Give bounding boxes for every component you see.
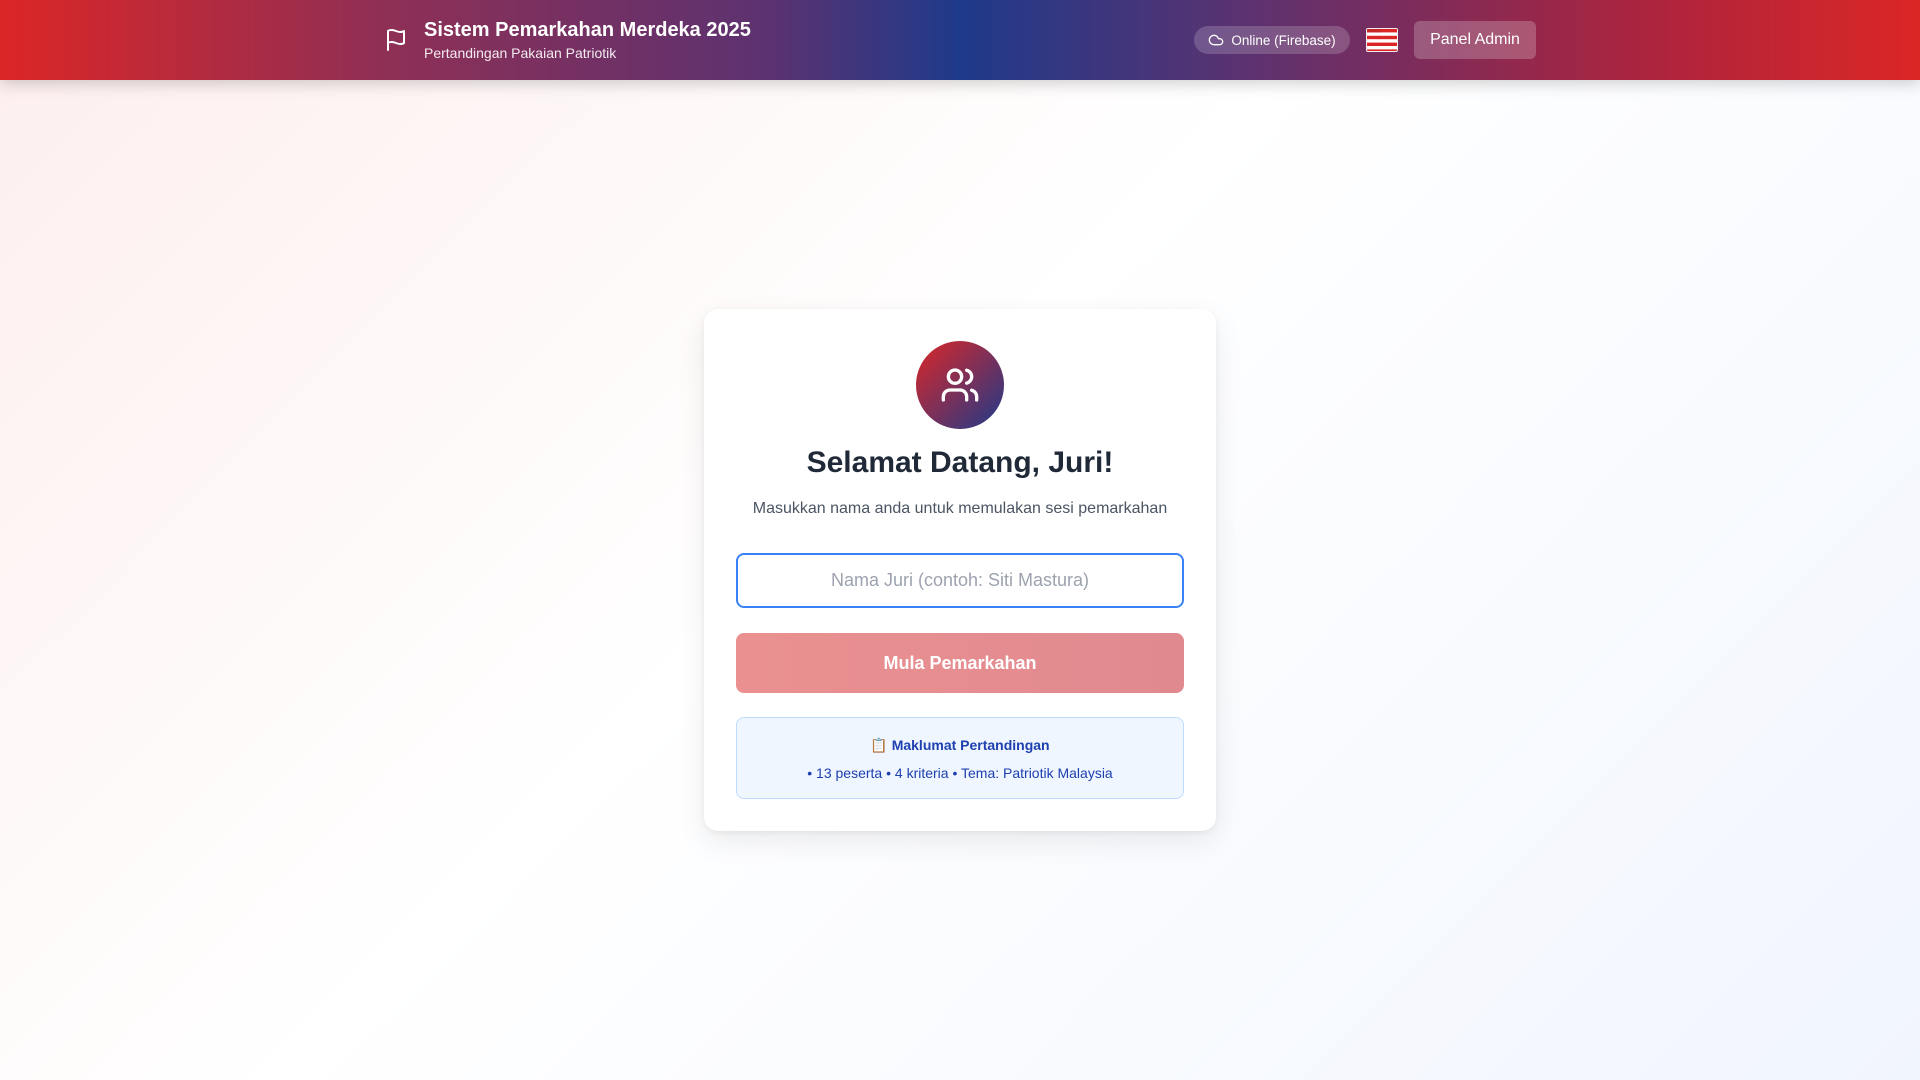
- competition-info-text: • 13 peserta • 4 kriteria • Tema: Patrio…: [807, 765, 1113, 781]
- brand: Sistem Pemarkahan Merdeka 2025 Pertandin…: [384, 18, 751, 62]
- competition-info-title: 📋 Maklumat Pertandingan: [870, 737, 1050, 753]
- connection-status-badge: Online (Firebase): [1194, 26, 1350, 54]
- malaysia-flag-graphic: [1367, 29, 1397, 51]
- cloud-icon: [1209, 34, 1224, 46]
- judge-name-input[interactable]: [736, 553, 1184, 608]
- welcome-subtitle: Masukkan nama anda untuk memulakan sesi …: [752, 500, 1168, 517]
- judges-avatar: [916, 341, 1004, 429]
- flag-icon: [387, 29, 405, 51]
- app-subtitle: Pertandingan Pakaian Patriotik: [424, 45, 617, 61]
- start-scoring-button[interactable]: Mula Pemarkahan: [736, 633, 1184, 693]
- competition-info-box: 📋 Maklumat Pertandingan • 13 peserta • 4…: [736, 717, 1184, 799]
- admin-panel-button[interactable]: Panel Admin: [1414, 21, 1536, 59]
- malaysia-flag-icon: [1366, 28, 1398, 52]
- judge-login-card: Selamat Datang, Juri! Masukkan nama anda…: [704, 309, 1216, 831]
- connection-status-text: Online (Firebase): [1231, 32, 1336, 48]
- users-icon: [941, 368, 979, 402]
- app-header: Sistem Pemarkahan Merdeka 2025 Pertandin…: [0, 0, 1920, 80]
- welcome-title: Selamat Datang, Juri!: [806, 446, 1114, 479]
- app-title: Sistem Pemarkahan Merdeka 2025: [424, 19, 751, 41]
- brand-text: Sistem Pemarkahan Merdeka 2025 Pertandin…: [424, 18, 751, 62]
